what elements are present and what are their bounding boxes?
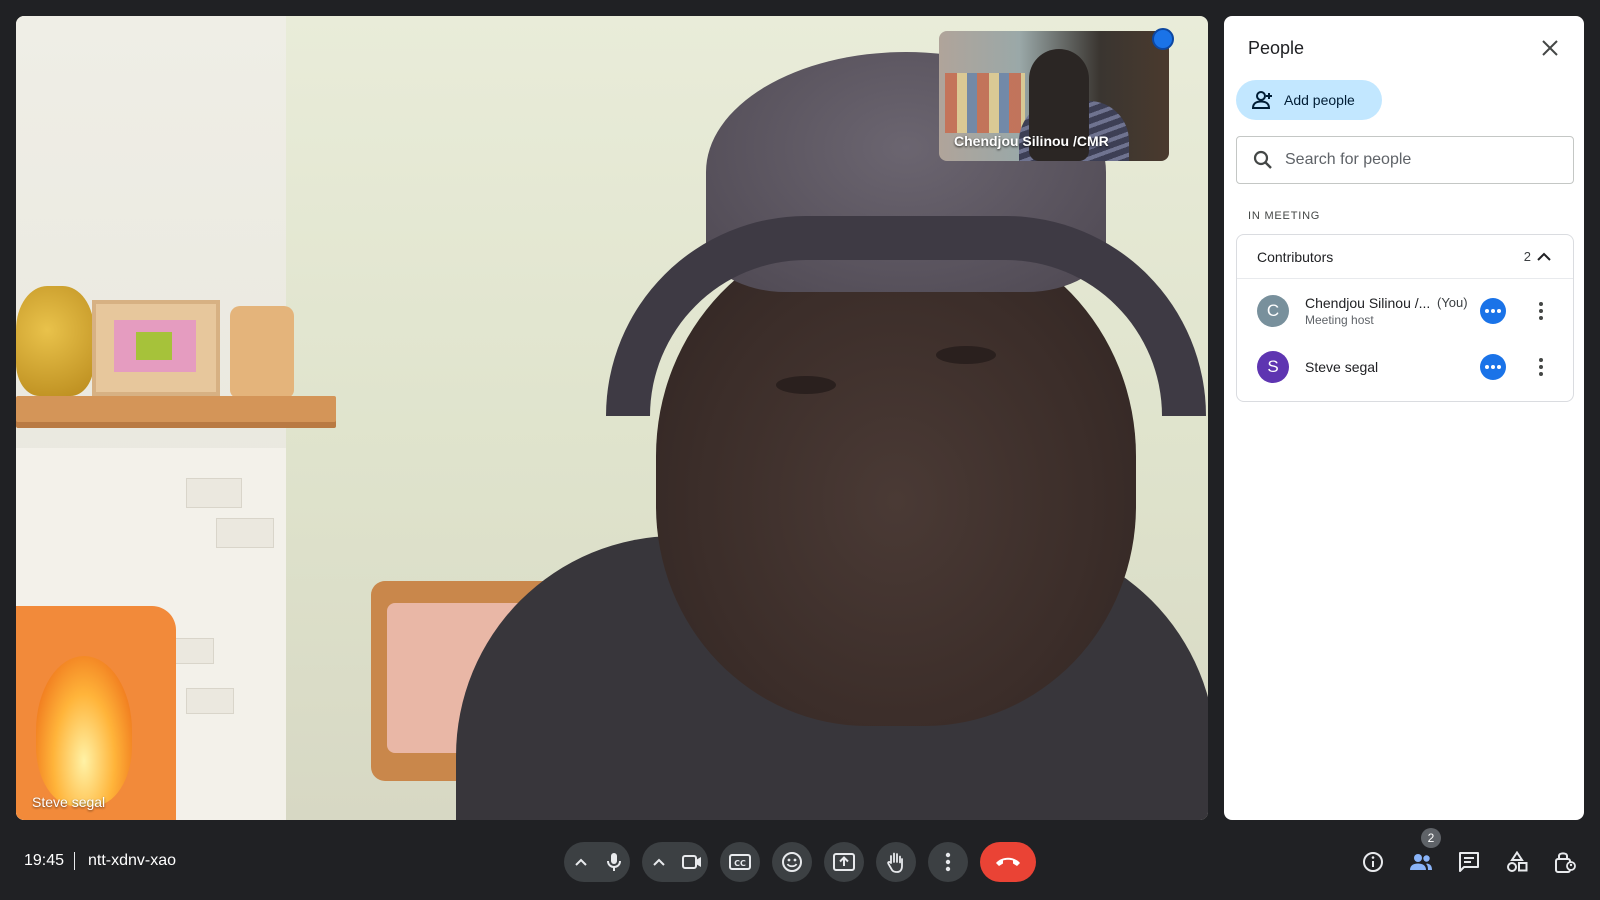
self-view-indicator-dot bbox=[1152, 28, 1174, 50]
bucket-hat-brim bbox=[606, 216, 1206, 416]
camera-button[interactable] bbox=[675, 842, 708, 882]
close-panel-button[interactable] bbox=[1534, 32, 1566, 64]
participant-status-button[interactable] bbox=[1480, 298, 1506, 324]
add-people-label: Add people bbox=[1284, 92, 1355, 108]
participant-role: Meeting host bbox=[1305, 313, 1374, 327]
chat-icon bbox=[1459, 852, 1479, 872]
host-controls-button[interactable] bbox=[1549, 846, 1581, 878]
people-button[interactable] bbox=[1405, 846, 1437, 878]
contributors-label: Contributors bbox=[1257, 248, 1334, 265]
leave-call-button[interactable] bbox=[980, 842, 1036, 882]
audio-options-button[interactable] bbox=[564, 842, 597, 882]
meeting-details-button[interactable] bbox=[1357, 846, 1389, 878]
raise-hand-icon bbox=[887, 852, 903, 873]
bottom-toolbar: 19:45 ntt-xdnv-xao CC 2 bbox=[0, 824, 1600, 900]
chevron-up-icon bbox=[1537, 252, 1551, 261]
close-icon bbox=[1542, 40, 1558, 56]
panel-title: People bbox=[1248, 38, 1305, 58]
contributors-group: Contributors 2 C Chendjou Silinou /... M… bbox=[1236, 234, 1574, 402]
search-people-field[interactable] bbox=[1236, 136, 1574, 184]
present-screen-icon bbox=[833, 853, 855, 871]
contributors-count: 2 bbox=[1523, 249, 1531, 264]
microphone-control bbox=[564, 842, 630, 882]
phone-hangup-icon bbox=[996, 857, 1020, 866]
people-icon bbox=[1410, 854, 1432, 870]
chevron-up-icon bbox=[574, 858, 587, 866]
camera-control bbox=[642, 842, 708, 882]
video-camera-icon bbox=[681, 855, 701, 869]
contributors-group-header[interactable]: Contributors 2 bbox=[1237, 235, 1573, 279]
microphone-button[interactable] bbox=[597, 842, 630, 882]
participant-more-options-icon[interactable] bbox=[1529, 355, 1553, 379]
activities-button[interactable] bbox=[1501, 846, 1533, 878]
more-vert-icon bbox=[945, 852, 951, 872]
picture-frame bbox=[92, 300, 220, 396]
avatar: C bbox=[1257, 295, 1289, 327]
main-participant-name: Steve segal bbox=[32, 794, 106, 810]
people-count-badge: 2 bbox=[1421, 828, 1441, 848]
people-panel: People Add people IN MEETING Contributor… bbox=[1224, 16, 1584, 820]
activities-shapes-icon bbox=[1507, 851, 1528, 872]
meeting-code: ntt-xdnv-xao bbox=[88, 852, 177, 869]
add-people-button[interactable]: Add people bbox=[1236, 80, 1382, 120]
divider bbox=[74, 852, 75, 870]
avatar: S bbox=[1257, 351, 1289, 383]
emoji-reactions-button[interactable] bbox=[772, 842, 812, 882]
raise-hand-button[interactable] bbox=[876, 842, 916, 882]
participant-more-options-icon[interactable] bbox=[1529, 299, 1553, 323]
add-person-icon bbox=[1252, 91, 1272, 109]
more-options-button[interactable] bbox=[928, 842, 968, 882]
participant-name: Steve segal bbox=[1305, 359, 1379, 375]
in-meeting-label: IN MEETING bbox=[1248, 210, 1321, 222]
search-icon bbox=[1253, 150, 1272, 169]
lucky-cat-figurine bbox=[16, 286, 94, 396]
participant-name: Chendjou Silinou /... bbox=[1305, 295, 1431, 311]
captions-button[interactable]: CC bbox=[720, 842, 760, 882]
you-tag: (You) bbox=[1437, 295, 1468, 310]
microphone-icon bbox=[606, 853, 621, 871]
meeting-clock: 19:45 bbox=[24, 852, 65, 869]
mantel-shelf bbox=[16, 396, 336, 422]
info-icon bbox=[1363, 852, 1383, 872]
posters-background bbox=[945, 73, 1025, 133]
lock-person-icon bbox=[1555, 852, 1576, 873]
vase bbox=[230, 306, 294, 398]
emoji-smile-icon bbox=[782, 852, 802, 872]
participant-row[interactable]: C Chendjou Silinou /... Meeting host (Yo… bbox=[1237, 283, 1575, 339]
present-screen-button[interactable] bbox=[824, 842, 864, 882]
chevron-up-icon bbox=[652, 858, 665, 866]
chat-button[interactable] bbox=[1453, 846, 1485, 878]
participant-row[interactable]: S Steve segal bbox=[1237, 339, 1575, 395]
svg-text:CC: CC bbox=[734, 859, 746, 868]
participant-status-button[interactable] bbox=[1480, 354, 1506, 380]
fire-flame bbox=[36, 656, 132, 806]
closed-captions-icon: CC bbox=[729, 854, 751, 870]
self-view-tile[interactable]: Chendjou Silinou /CMR bbox=[939, 31, 1169, 161]
self-view-name: Chendjou Silinou /CMR bbox=[954, 133, 1109, 149]
video-options-button[interactable] bbox=[642, 842, 675, 882]
search-people-input[interactable] bbox=[1285, 151, 1545, 169]
